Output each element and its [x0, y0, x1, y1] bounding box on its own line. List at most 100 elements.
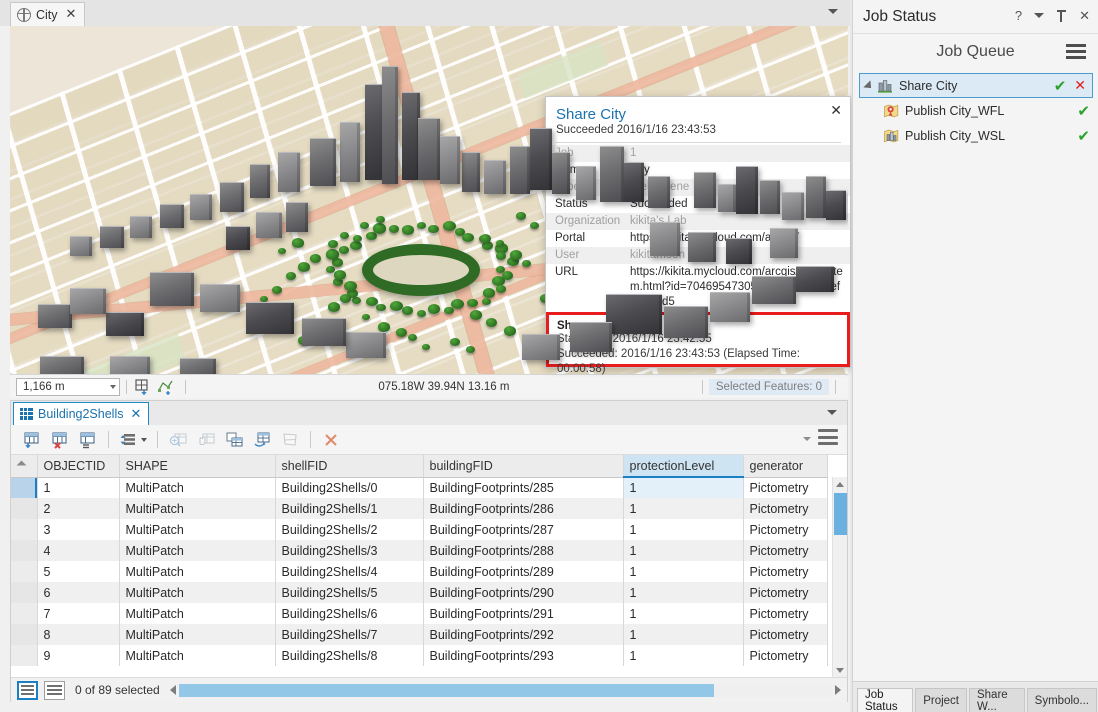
table-vertical-scrollbar[interactable] [832, 477, 847, 677]
cell-generator[interactable]: Pictometry [743, 624, 828, 645]
cell-shellfid[interactable]: Building2Shells/8 [275, 645, 424, 666]
cell-generator[interactable]: Pictometry [743, 603, 828, 624]
table-row[interactable]: 6 MultiPatch Building2Shells/5 BuildingFoot… [11, 582, 828, 603]
table-view-toggle[interactable] [17, 680, 38, 700]
chevron-down-icon[interactable] [828, 9, 838, 14]
cell-buildingfid[interactable]: BuildingFootprints/286 [423, 498, 624, 519]
cell-generator[interactable]: Pictometry [743, 477, 828, 498]
cell-generator[interactable]: Pictometry [743, 540, 828, 561]
cell-shape[interactable]: MultiPatch [119, 498, 276, 519]
cell-generator[interactable]: Pictometry [743, 519, 828, 540]
delete-selection-button[interactable] [47, 428, 73, 452]
close-icon[interactable]: ✕ [830, 104, 842, 118]
cell-protectionlevel[interactable]: 1 [623, 603, 744, 624]
job-queue-menu-icon[interactable] [1066, 44, 1086, 59]
scroll-down-icon[interactable] [833, 663, 847, 677]
table-row[interactable]: 1 MultiPatch Building2Shells/0 BuildingFoot… [11, 477, 828, 498]
row-selector[interactable] [11, 624, 38, 645]
column-header-generator[interactable]: generator [743, 455, 828, 478]
cell-shape[interactable]: MultiPatch [119, 561, 276, 582]
table-row[interactable]: 7 MultiPatch Building2Shells/6 BuildingFoot… [11, 603, 828, 624]
cell-shellfid[interactable]: Building2Shells/1 [275, 498, 424, 519]
table-row[interactable]: 8 MultiPatch Building2Shells/7 BuildingFoot… [11, 624, 828, 645]
cell-shellfid[interactable]: Building2Shells/4 [275, 561, 424, 582]
cell-buildingfid[interactable]: BuildingFootprints/292 [423, 624, 624, 645]
close-icon[interactable]: ✕ [130, 406, 141, 422]
chevron-down-icon[interactable] [141, 437, 147, 442]
cell-shape[interactable]: MultiPatch [119, 603, 276, 624]
table-row[interactable]: 4 MultiPatch Building2Shells/3 BuildingFoot… [11, 540, 828, 561]
scroll-right-icon[interactable] [835, 685, 841, 695]
cell-generator[interactable]: Pictometry [743, 645, 828, 666]
close-icon[interactable]: ✕ [1079, 9, 1090, 22]
help-icon[interactable]: ? [1015, 9, 1022, 22]
sort-button[interactable] [116, 428, 142, 452]
dock-tab-project[interactable]: Project [915, 688, 967, 712]
overflow-caret-icon[interactable] [803, 437, 811, 441]
row-selector[interactable] [11, 519, 38, 540]
row-selector[interactable] [11, 603, 38, 624]
scroll-left-icon[interactable] [169, 685, 176, 695]
add-measurement-icon[interactable] [156, 378, 176, 396]
job-queue-item-2[interactable]: Publish City_WSL ✔ [853, 123, 1098, 148]
cell-buildingfid[interactable]: BuildingFootprints/289 [423, 561, 624, 582]
cell-objectid[interactable]: 5 [37, 561, 120, 582]
table-horizontal-scrollbar[interactable] [169, 683, 841, 697]
cell-shellfid[interactable]: Building2Shells/6 [275, 603, 424, 624]
cell-protectionlevel[interactable]: 1 [623, 498, 744, 519]
cell-shellfid[interactable]: Building2Shells/0 [275, 477, 424, 498]
pin-icon[interactable] [1056, 9, 1067, 22]
job-queue-item-1[interactable]: Publish City_WFL ✔ [853, 98, 1098, 123]
row-selector[interactable] [11, 498, 38, 519]
switch-selection-button[interactable] [249, 428, 275, 452]
chevron-down-icon[interactable] [827, 410, 837, 415]
select-all-corner[interactable] [11, 455, 38, 478]
cell-protectionlevel[interactable]: 1 [623, 540, 744, 561]
tab-building2shells[interactable]: Building2Shells ✕ [13, 402, 150, 425]
hscroll-thumb[interactable] [178, 683, 715, 697]
cell-shape[interactable]: MultiPatch [119, 519, 276, 540]
table-options-menu-icon[interactable] [818, 429, 838, 445]
cell-protectionlevel[interactable]: 1 [623, 645, 744, 666]
cell-shape[interactable]: MultiPatch [119, 624, 276, 645]
hscroll-track[interactable] [178, 683, 832, 697]
cell-buildingfid[interactable]: BuildingFootprints/288 [423, 540, 624, 561]
column-header-buildingfid[interactable]: buildingFID [423, 455, 624, 478]
chevron-down-icon[interactable] [1034, 13, 1045, 18]
table-row[interactable]: 2 MultiPatch Building2Shells/1 BuildingFoot… [11, 498, 828, 519]
scrollbar-thumb[interactable] [834, 493, 847, 535]
cell-shellfid[interactable]: Building2Shells/2 [275, 519, 424, 540]
tab-city[interactable]: City ✕ [10, 2, 86, 26]
close-icon[interactable]: ✕ [66, 8, 77, 21]
column-header-shape[interactable]: SHAPE [119, 455, 276, 478]
calculate-field-button[interactable] [75, 428, 101, 452]
row-selector[interactable] [11, 582, 38, 603]
cell-objectid[interactable]: 1 [37, 477, 120, 498]
table-row[interactable]: 5 MultiPatch Building2Shells/4 BuildingFoot… [11, 561, 828, 582]
cell-generator[interactable]: Pictometry [743, 498, 828, 519]
add-row-button[interactable] [19, 428, 45, 452]
cell-shape[interactable]: MultiPatch [119, 477, 276, 498]
cell-buildingfid[interactable]: BuildingFootprints/293 [423, 645, 624, 666]
cell-generator[interactable]: Pictometry [743, 582, 828, 603]
cell-protectionlevel[interactable]: 1 [623, 561, 744, 582]
cell-generator[interactable]: Pictometry [743, 561, 828, 582]
cell-shape[interactable]: MultiPatch [119, 582, 276, 603]
cell-shellfid[interactable]: Building2Shells/5 [275, 582, 424, 603]
cell-protectionlevel[interactable]: 1 [623, 624, 744, 645]
cell-buildingfid[interactable]: BuildingFootprints/285 [423, 477, 624, 498]
related-view-toggle[interactable] [44, 680, 65, 700]
cell-objectid[interactable]: 7 [37, 603, 120, 624]
cell-protectionlevel[interactable]: 1 [623, 582, 744, 603]
map-3d-scene[interactable] [10, 26, 848, 374]
row-selector[interactable] [11, 645, 38, 666]
table-row[interactable]: 9 MultiPatch Building2Shells/8 BuildingFoot… [11, 645, 828, 666]
cell-buildingfid[interactable]: BuildingFootprints/290 [423, 582, 624, 603]
cell-objectid[interactable]: 4 [37, 540, 120, 561]
dock-tab-symbolo[interactable]: Symbolo... [1026, 688, 1097, 712]
cell-shellfid[interactable]: Building2Shells/3 [275, 540, 424, 561]
cell-buildingfid[interactable]: BuildingFootprints/291 [423, 603, 624, 624]
cell-shellfid[interactable]: Building2Shells/7 [275, 624, 424, 645]
cell-protectionlevel[interactable]: 1 [623, 477, 744, 498]
cell-objectid[interactable]: 3 [37, 519, 120, 540]
